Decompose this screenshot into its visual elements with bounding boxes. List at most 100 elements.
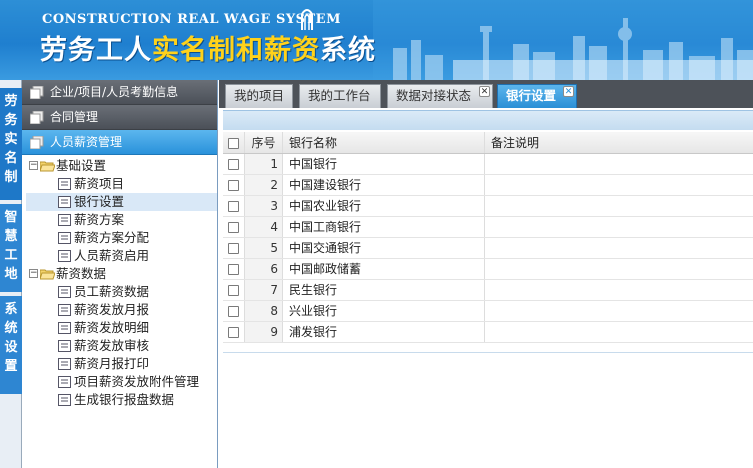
table-row[interactable]: 1 中国银行 xyxy=(223,154,753,175)
close-icon[interactable]: ✕ xyxy=(563,86,574,97)
collapse-icon[interactable]: − xyxy=(29,161,38,170)
bank-grid: 序号 银行名称 备注说明 1 中国银行 2 中国建设银行 3 中国农业银行 4 中国工商银行 5… xyxy=(223,132,753,343)
tab-label: 我的项目 xyxy=(234,88,285,103)
tree-item-payment-detail[interactable]: 薪资发放明细 xyxy=(26,319,217,337)
row-checkbox-cell xyxy=(223,217,245,237)
app-title-english: CONSTRUCTION REAL WAGE SYSTEM xyxy=(42,12,341,27)
tab-data-status[interactable]: 数据对接状态 ✕ xyxy=(387,84,493,108)
list-icon xyxy=(58,196,71,208)
row-checkbox[interactable] xyxy=(228,285,239,296)
list-icon xyxy=(58,358,71,370)
table-row[interactable]: 5 中国交通银行 xyxy=(223,238,753,259)
row-checkbox[interactable] xyxy=(228,243,239,254)
column-header-note[interactable]: 备注说明 xyxy=(485,132,753,153)
tree-item-payment-review[interactable]: 薪资发放审核 xyxy=(26,337,217,355)
note-cell xyxy=(485,259,753,279)
row-number: 1 xyxy=(245,154,283,174)
tree-item-salary-enable[interactable]: 人员薪资启用 xyxy=(26,247,217,265)
module-tab-realname[interactable]: 劳务实名制 xyxy=(0,88,22,200)
row-number: 2 xyxy=(245,175,283,195)
row-number: 8 xyxy=(245,301,283,321)
tree-item-bank-disk-data[interactable]: 生成银行报盘数据 xyxy=(26,391,217,409)
tree-item-label: 薪资方案分配 xyxy=(74,230,150,245)
tree-item-salary-plan[interactable]: 薪资方案 xyxy=(26,211,217,229)
table-row[interactable]: 9 浦发银行 xyxy=(223,322,753,343)
tree-item-label: 薪资项目 xyxy=(74,176,125,191)
tab-bar: 我的项目 我的工作台 数据对接状态 ✕ 银行设置 ✕ xyxy=(219,80,753,108)
bank-name-cell: 民生银行 xyxy=(283,280,485,300)
tab-label: 我的工作台 xyxy=(308,88,371,103)
row-checkbox-cell xyxy=(223,322,245,342)
table-row[interactable]: 2 中国建设银行 xyxy=(223,175,753,196)
tree-item-salary-items[interactable]: 薪资项目 xyxy=(26,175,217,193)
accordion-enterprise-info[interactable]: 企业/项目/人员考勤信息 xyxy=(22,80,217,105)
column-header-num[interactable]: 序号 xyxy=(245,132,283,153)
row-number: 9 xyxy=(245,322,283,342)
list-icon xyxy=(58,304,71,316)
row-number: 4 xyxy=(245,217,283,237)
tab-my-projects[interactable]: 我的项目 xyxy=(225,84,293,108)
row-checkbox[interactable] xyxy=(228,159,239,170)
table-row[interactable]: 6 中国邮政储蓄 xyxy=(223,259,753,280)
list-icon xyxy=(58,250,71,262)
module-tab-strip: 劳务实名制 智慧工地 系统设置 xyxy=(0,80,22,468)
table-row[interactable]: 8 兴业银行 xyxy=(223,301,753,322)
note-cell xyxy=(485,280,753,300)
app-header: CONSTRUCTION REAL WAGE SYSTEM 劳务工人实名制和薪资… xyxy=(0,0,753,80)
accordion-label: 合同管理 xyxy=(50,110,99,124)
app-title-part3: 系统 xyxy=(320,35,376,66)
module-tab-label: 智慧工地 xyxy=(4,210,18,282)
note-cell xyxy=(485,217,753,237)
accordion-salary-mgmt[interactable]: 人员薪资管理 xyxy=(22,130,217,155)
row-checkbox[interactable] xyxy=(228,264,239,275)
column-header-name[interactable]: 银行名称 xyxy=(283,132,485,153)
row-checkbox[interactable] xyxy=(228,327,239,338)
row-checkbox[interactable] xyxy=(228,222,239,233)
tree-folder-basic-settings[interactable]: − 基础设置 xyxy=(26,157,217,175)
row-checkbox-cell xyxy=(223,280,245,300)
tab-bank-settings[interactable]: 银行设置 ✕ xyxy=(497,84,577,108)
close-icon[interactable]: ✕ xyxy=(479,86,490,97)
collapse-icon[interactable]: − xyxy=(29,269,38,278)
row-checkbox[interactable] xyxy=(228,180,239,191)
row-checkbox[interactable] xyxy=(228,201,239,212)
city-skyline-graphic xyxy=(373,0,753,80)
table-row[interactable]: 3 中国农业银行 xyxy=(223,196,753,217)
note-cell xyxy=(485,238,753,258)
row-checkbox-cell xyxy=(223,154,245,174)
table-row[interactable]: 7 民生银行 xyxy=(223,280,753,301)
tree-item-monthly-print[interactable]: 薪资月报打印 xyxy=(26,355,217,373)
app-title-part1: 劳务工人 xyxy=(40,35,152,66)
tree-item-label: 薪资发放月报 xyxy=(74,302,150,317)
tab-my-workbench[interactable]: 我的工作台 xyxy=(299,84,381,108)
tree-item-label: 人员薪资启用 xyxy=(74,248,150,263)
row-number: 7 xyxy=(245,280,283,300)
tree-item-bank-settings[interactable]: 银行设置 xyxy=(26,193,217,211)
table-row[interactable]: 4 中国工商银行 xyxy=(223,217,753,238)
row-checkbox-cell xyxy=(223,301,245,321)
module-tab-system-settings[interactable]: 系统设置 xyxy=(0,296,22,394)
note-cell xyxy=(485,175,753,195)
select-all-checkbox[interactable] xyxy=(228,138,239,149)
tree-item-attachment-mgmt[interactable]: 项目薪资发放附件管理 xyxy=(26,373,217,391)
bank-name-cell: 中国工商银行 xyxy=(283,217,485,237)
module-tab-smart-site[interactable]: 智慧工地 xyxy=(0,204,22,292)
row-checkbox-cell xyxy=(223,259,245,279)
bank-name-cell: 中国邮政储蓄 xyxy=(283,259,485,279)
row-checkbox-cell xyxy=(223,238,245,258)
module-tab-label: 劳务实名制 xyxy=(4,94,18,185)
pages-icon xyxy=(30,86,44,99)
tree-item-monthly-report[interactable]: 薪资发放月报 xyxy=(26,301,217,319)
row-checkbox[interactable] xyxy=(228,306,239,317)
nav-tree: − 基础设置 薪资项目 银行设置 薪资方案 薪资方案分配 人员薪资启用 − 薪资… xyxy=(22,155,217,409)
list-icon xyxy=(58,340,71,352)
tree-item-salary-plan-assign[interactable]: 薪资方案分配 xyxy=(26,229,217,247)
tree-folder-salary-data[interactable]: − 薪资数据 xyxy=(26,265,217,283)
logo-icon xyxy=(301,9,313,30)
tree-item-employee-salary[interactable]: 员工薪资数据 xyxy=(26,283,217,301)
tree-folder-label: 基础设置 xyxy=(56,158,107,173)
note-cell xyxy=(485,301,753,321)
row-number: 3 xyxy=(245,196,283,216)
accordion-contract-mgmt[interactable]: 合同管理 xyxy=(22,105,217,130)
note-cell xyxy=(485,322,753,342)
